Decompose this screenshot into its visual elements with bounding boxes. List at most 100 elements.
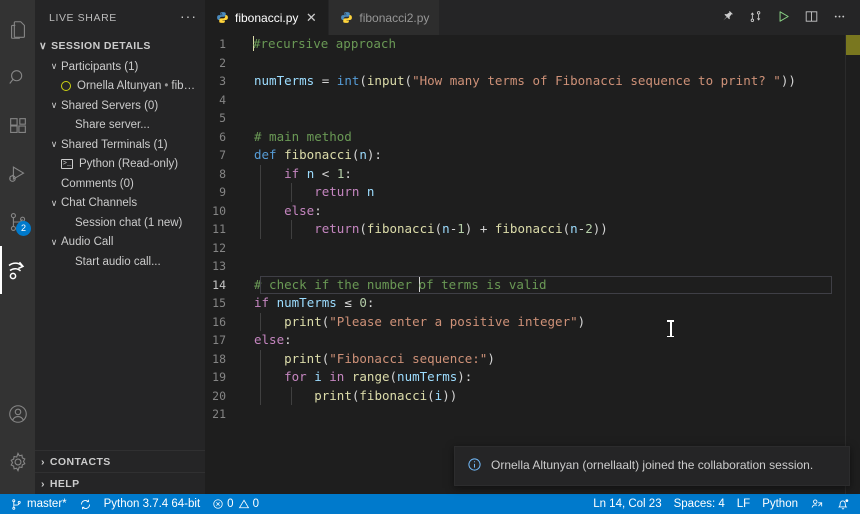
code-line[interactable]: 13 (205, 257, 860, 276)
overview-ruler-marker (846, 35, 860, 55)
tree-item-shared-servers[interactable]: ∨ Shared Servers (0) (35, 96, 205, 116)
editor-actions (714, 0, 860, 35)
tree-item-chat-channels[interactable]: ∨ Chat Channels (35, 194, 205, 214)
code-line[interactable]: 16 print("Please enter a positive intege… (205, 313, 860, 332)
code-line[interactable]: 12 (205, 239, 860, 258)
tab-fibonacci-py[interactable]: fibonacci.py ✕ (205, 0, 329, 35)
run-python-file-button[interactable] (770, 5, 796, 31)
code-line-content: for i in range(numTerms): (243, 368, 860, 387)
status-live-share[interactable] (804, 494, 830, 514)
tree-item-share-server[interactable]: Share server... (35, 116, 205, 136)
activity-item-accounts[interactable] (0, 390, 35, 438)
code-line[interactable]: 4 (205, 91, 860, 110)
code-line[interactable]: 17else: (205, 331, 860, 350)
compare-changes-icon (748, 9, 763, 27)
indent-guide (260, 350, 261, 369)
code-lines[interactable]: 1#recursive approach23numTerms = int(inp… (205, 35, 860, 494)
code-line[interactable]: 3numTerms = int(input("How many terms of… (205, 72, 860, 91)
tree-item-participant-ornella[interactable]: Ornella Altunyan • fib… (35, 77, 205, 97)
status-cursor-position[interactable]: Ln 14, Col 23 (587, 494, 667, 514)
status-indentation[interactable]: Spaces: 4 (668, 494, 731, 514)
activity-item-search[interactable] (0, 54, 35, 102)
tree-item-comments[interactable]: Comments (0) (35, 174, 205, 194)
more-actions-button[interactable] (826, 5, 852, 31)
activity-item-source-control[interactable]: 2 (0, 198, 35, 246)
tree-item-label: Shared Servers (0) (61, 100, 158, 112)
code-line[interactable]: 19 for i in range(numTerms): (205, 368, 860, 387)
status-circle-icon (61, 81, 71, 91)
section-header-session-details[interactable]: ∨ SESSION DETAILS (35, 35, 205, 57)
code-line[interactable]: 5 (205, 109, 860, 128)
compare-changes-button[interactable] (742, 5, 768, 31)
line-number: 12 (205, 239, 243, 258)
tab-fibonacci2-py[interactable]: fibonacci2.py (329, 0, 440, 35)
indent-guide (260, 387, 261, 406)
activity-item-explorer[interactable] (0, 6, 35, 54)
indent-guide (291, 387, 292, 406)
sidebar-more-actions-icon[interactable]: ··· (180, 11, 197, 25)
code-line[interactable]: 14# check if the number of terms is vali… (205, 276, 860, 295)
code-token: ): (457, 369, 472, 384)
status-notifications[interactable] (830, 494, 856, 514)
workbench-body: 2 (0, 0, 860, 494)
session-details-tree: ∨ SESSION DETAILS ∨ Participants (1) Orn… (35, 35, 205, 450)
code-line[interactable]: 15if numTerms ≤ 0: (205, 294, 860, 313)
extensions-icon (7, 115, 29, 137)
code-token: ( (390, 369, 398, 384)
code-token: input (367, 73, 405, 88)
tree-item-session-chat[interactable]: Session chat (1 new) (35, 213, 205, 233)
code-line[interactable]: 10 else: (205, 202, 860, 221)
code-token: < (314, 166, 337, 181)
activity-item-live-share[interactable] (0, 246, 35, 294)
code-line[interactable]: 8 if n < 1: (205, 165, 860, 184)
error-icon (212, 498, 224, 510)
status-sync[interactable] (73, 494, 98, 514)
code-line[interactable]: 11 return(fibonacci(n-1) + fibonacci(n-2… (205, 220, 860, 239)
split-editor-button[interactable] (798, 5, 824, 31)
code-editor[interactable]: 1#recursive approach23numTerms = int(inp… (205, 35, 860, 494)
status-branch[interactable]: master* (4, 494, 73, 514)
tree-item-shared-terminals[interactable]: ∨ Shared Terminals (1) (35, 135, 205, 155)
activity-item-manage-settings[interactable] (0, 438, 35, 486)
code-line[interactable]: 2 (205, 54, 860, 73)
panel-header-contacts[interactable]: › CONTACTS (35, 450, 205, 472)
chevron-down-icon: ∨ (47, 238, 61, 247)
files-icon (7, 19, 29, 41)
activity-item-run-and-debug[interactable] (0, 150, 35, 198)
line-number: 16 (205, 313, 243, 332)
code-line[interactable]: 20 print(fibonacci(i)) (205, 387, 860, 406)
code-line[interactable]: 1#recursive approach (205, 35, 860, 54)
close-icon[interactable]: ✕ (304, 12, 318, 23)
code-line[interactable]: 6# main method (205, 128, 860, 147)
code-token: range (352, 369, 390, 384)
code-line[interactable]: 9 return n (205, 183, 860, 202)
status-language-label: Python (762, 498, 798, 510)
status-problems[interactable]: 0 0 (206, 494, 265, 514)
code-line[interactable]: 7def fibonacci(n): (205, 146, 860, 165)
tree-item-audio-call[interactable]: ∨ Audio Call (35, 233, 205, 253)
code-token: i (314, 369, 322, 384)
panel-header-help[interactable]: › HELP (35, 472, 205, 494)
code-token: # check if the number (254, 277, 420, 292)
status-eol[interactable]: LF (731, 494, 756, 514)
notification-toast[interactable]: Ornella Altunyan (ornellaalt) joined the… (454, 446, 850, 486)
code-line[interactable]: 21 (205, 405, 860, 424)
editor-scrollbar[interactable] (846, 35, 860, 494)
status-language-mode[interactable]: Python (756, 494, 804, 514)
line-number: 17 (205, 331, 243, 350)
chevron-right-icon: › (41, 456, 45, 468)
code-line-content (243, 405, 860, 424)
code-token: for (284, 369, 307, 384)
code-line[interactable]: 18 print("Fibonacci sequence:") (205, 350, 860, 369)
status-python-interpreter[interactable]: Python 3.7.4 64-bit (98, 494, 207, 514)
code-token: print (314, 388, 352, 403)
tree-item-python-terminal[interactable]: >_ Python (Read-only) (35, 155, 205, 175)
code-token (269, 295, 277, 310)
editor-tabs: fibonacci.py ✕ fibonacci2.py (205, 0, 440, 35)
pin-editor-button[interactable] (714, 5, 740, 31)
activity-item-extensions[interactable] (0, 102, 35, 150)
line-number: 5 (205, 109, 243, 128)
tree-item-start-audio-call[interactable]: Start audio call... (35, 252, 205, 272)
line-number: 18 (205, 350, 243, 369)
tree-item-participants[interactable]: ∨ Participants (1) (35, 57, 205, 77)
